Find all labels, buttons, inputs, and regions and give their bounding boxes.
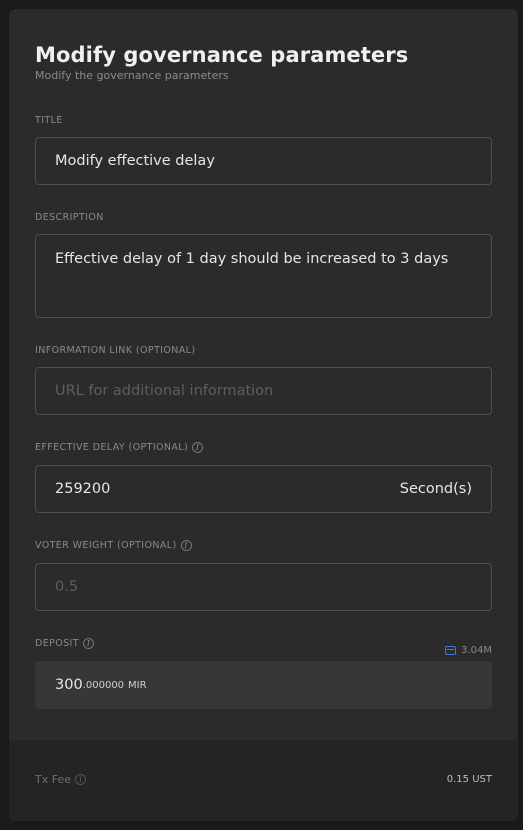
wallet-icon [445,646,457,655]
voter-weight-placeholder: 0.5 [55,579,79,595]
deposit-denom: MIR [128,679,147,691]
description-label: DESCRIPTION [35,212,104,223]
effective-delay-input[interactable]: 259200 Second(s) [35,465,492,513]
voter-weight-label-text: VOTER WEIGHT (OPTIONAL) [35,540,177,551]
effective-delay-label: EFFECTIVE DELAY (OPTIONAL) i [35,442,204,453]
deposit-label-text: DEPOSIT [35,638,79,649]
info-icon[interactable]: i [180,540,192,551]
title-input-value: Modify effective delay [55,153,215,169]
deposit-label: DEPOSIT i [35,638,94,649]
effective-delay-label-text: EFFECTIVE DELAY (OPTIONAL) [35,442,189,453]
tx-fee-label: Tx Fee i [35,773,86,786]
title-label-text: TITLE [35,115,63,126]
voter-weight-input[interactable]: 0.5 [35,563,492,611]
description-label-text: DESCRIPTION [35,212,104,223]
tx-fee-label-text: Tx Fee [35,773,71,786]
info-link-placeholder: URL for additional information [55,383,274,399]
description-textarea[interactable]: Effective delay of 1 day should be incre… [35,234,492,318]
title-label: TITLE [35,115,63,126]
title-input[interactable]: Modify effective delay [35,137,492,185]
page-subtitle: Modify the governance parameters [35,69,229,82]
description-value: Effective delay of 1 day should be incre… [55,251,449,267]
effective-delay-value: 259200 [55,481,111,497]
page-title: Modify governance parameters [35,43,409,67]
info-link-input[interactable]: URL for additional information [35,367,492,415]
modal-panel: Modify governance parameters Modify the … [9,9,518,821]
deposit-amount-dec: .000000 [82,679,125,691]
deposit-balance[interactable]: 3.04M [445,645,492,656]
deposit-amount: 300.000000 MIR [35,661,492,709]
info-icon[interactable]: i [75,774,86,785]
info-link-label-text: INFORMATION LINK (OPTIONAL) [35,345,196,356]
tx-fee-value: 0.15 UST [446,774,492,785]
info-icon[interactable]: i [192,442,204,453]
deposit-amount-int: 300 [55,677,83,693]
fee-footer: Tx Fee i 0.15 UST [9,740,518,821]
info-icon[interactable]: i [82,638,94,649]
effective-delay-unit: Second(s) [399,481,472,497]
deposit-balance-value: 3.04M [461,645,492,656]
info-link-label: INFORMATION LINK (OPTIONAL) [35,345,195,356]
voter-weight-label: VOTER WEIGHT (OPTIONAL) i [35,540,192,551]
